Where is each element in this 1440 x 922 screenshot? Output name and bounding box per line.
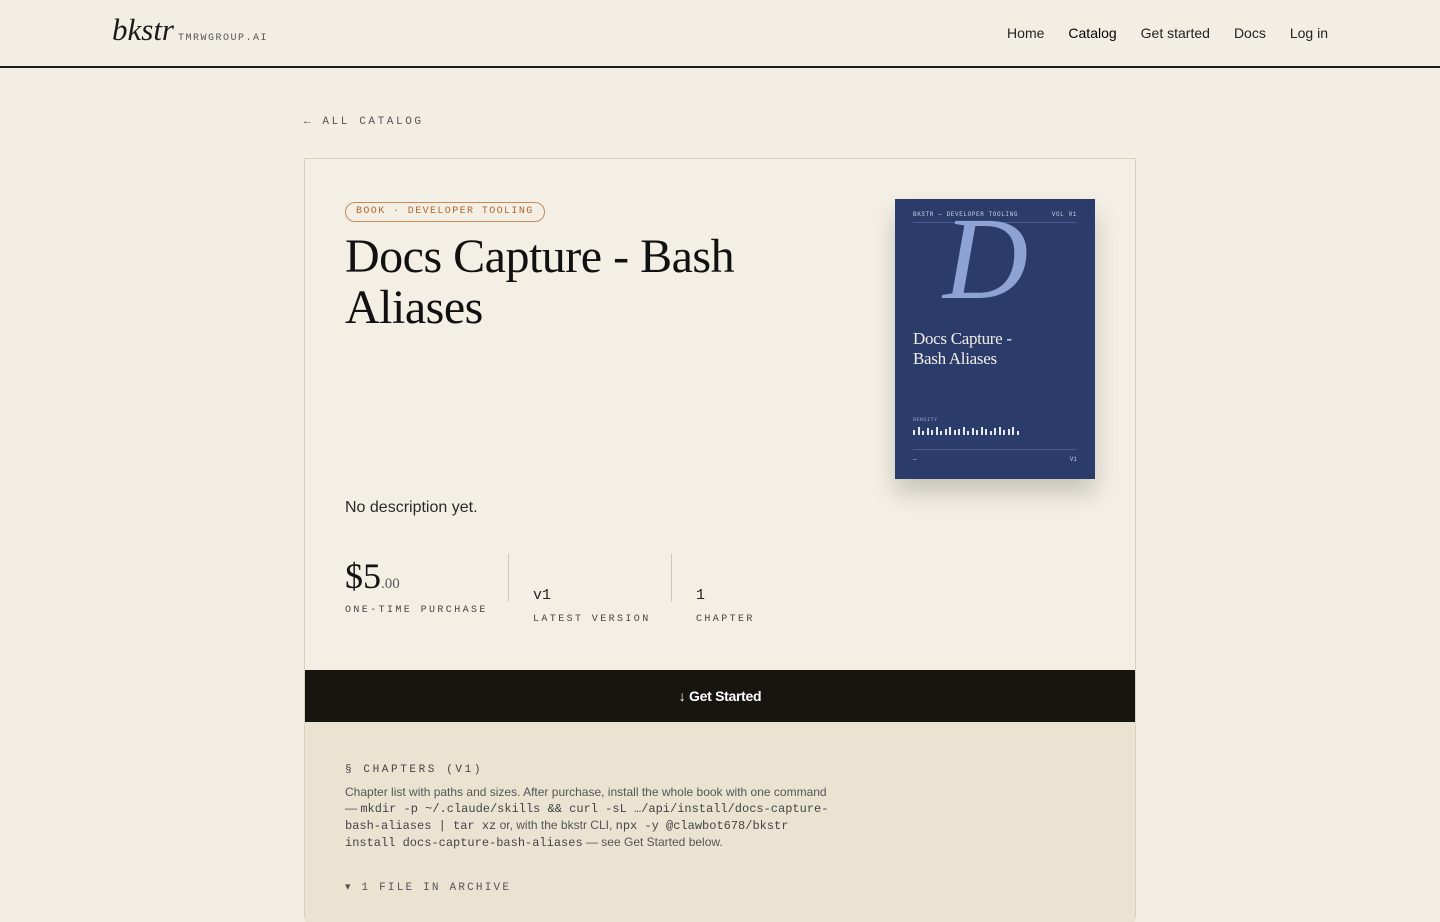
density-bar: [980, 427, 983, 435]
nav-home[interactable]: Home: [1007, 25, 1044, 41]
chapters-stat: 1 CHAPTER: [696, 555, 755, 625]
density-bar: [935, 427, 938, 435]
density-bar: [958, 428, 960, 435]
back-to-catalog-link[interactable]: ← ALL CATALOG: [304, 116, 424, 128]
price-cents: .00: [381, 576, 400, 592]
price-value: $5.00: [345, 555, 488, 597]
archive-toggle[interactable]: ▾ 1 FILE IN ARCHIVE: [345, 880, 511, 894]
density-bar: [931, 430, 933, 435]
product-title: Docs Capture - Bash Aliases: [345, 230, 735, 334]
density-bar: [985, 429, 987, 435]
chapters-value: 1: [696, 587, 706, 604]
book-cover: BKSTR — DEVELOPER TOOLING VOL 01 D Docs …: [895, 199, 1095, 479]
product-description: No description yet.: [345, 499, 478, 516]
main-nav: Home Catalog Get started Docs Log in: [1007, 25, 1328, 41]
price-label: ONE-TIME PURCHASE: [345, 605, 488, 616]
density-bar: [913, 430, 915, 435]
cover-footer: — V1: [913, 449, 1077, 463]
nav-log-in[interactable]: Log in: [1290, 25, 1328, 41]
density-bar: [1003, 430, 1005, 435]
stat-divider: [671, 554, 672, 602]
version-label: LATEST VERSION: [533, 614, 651, 625]
cover-volume: VOL 01: [1051, 211, 1077, 218]
cover-letter: D: [943, 193, 1029, 324]
version-stat: v1 LATEST VERSION: [533, 555, 651, 625]
category-badge: BOOK · DEVELOPER TOOLING: [345, 202, 545, 222]
chapters-heading: § CHAPTERS (V1): [345, 764, 484, 776]
density-bar: [998, 427, 1001, 435]
density-bar: [1016, 431, 1019, 435]
density-bar: [1012, 427, 1014, 435]
cover-foot-left: —: [913, 456, 917, 463]
density-bar: [976, 430, 978, 435]
cover-foot-right: V1: [1069, 456, 1077, 463]
density-bar: [944, 429, 947, 435]
density-bar: [922, 431, 924, 435]
nav-get-started[interactable]: Get started: [1141, 25, 1210, 41]
version-value: v1: [533, 587, 552, 604]
chapters-section: § CHAPTERS (V1) Chapter list with paths …: [305, 722, 1135, 922]
logo[interactable]: bkstr: [112, 12, 174, 48]
get-started-button[interactable]: ↓ Get Started: [305, 670, 1135, 722]
nav-catalog[interactable]: Catalog: [1068, 25, 1116, 41]
top-navbar: bkstr TMRWGROUP.AI Home Catalog Get star…: [0, 0, 1440, 68]
density-bar: [971, 427, 974, 435]
cover-density-label: DENSITY: [913, 417, 938, 423]
density-bar: [917, 427, 920, 435]
density-bar: [949, 427, 951, 435]
density-bars: [913, 427, 1019, 435]
density-bar: [989, 431, 992, 435]
density-bar: [940, 431, 942, 435]
price-dollars: $5: [345, 556, 381, 596]
product-card: BOOK · DEVELOPER TOOLING Docs Capture - …: [304, 158, 1136, 922]
intro-outro-text: — see Get Started below.: [582, 835, 723, 849]
logo-subtitle: TMRWGROUP.AI: [178, 33, 269, 44]
intro-mid-text: or, with the bkstr CLI,: [496, 818, 616, 832]
nav-docs[interactable]: Docs: [1234, 25, 1266, 41]
density-bar: [962, 427, 965, 435]
chapters-label: CHAPTER: [696, 614, 755, 625]
price-stat: $5.00 ONE-TIME PURCHASE: [345, 555, 488, 616]
density-bar: [994, 427, 996, 435]
density-bar: [926, 427, 929, 435]
cover-title: Docs Capture - Bash Aliases: [913, 329, 1012, 368]
density-bar: [967, 431, 969, 435]
density-bar: [1007, 428, 1010, 435]
stat-divider: [508, 554, 509, 602]
chapters-intro: Chapter list with paths and sizes. After…: [345, 784, 835, 851]
density-bar: [953, 430, 956, 435]
